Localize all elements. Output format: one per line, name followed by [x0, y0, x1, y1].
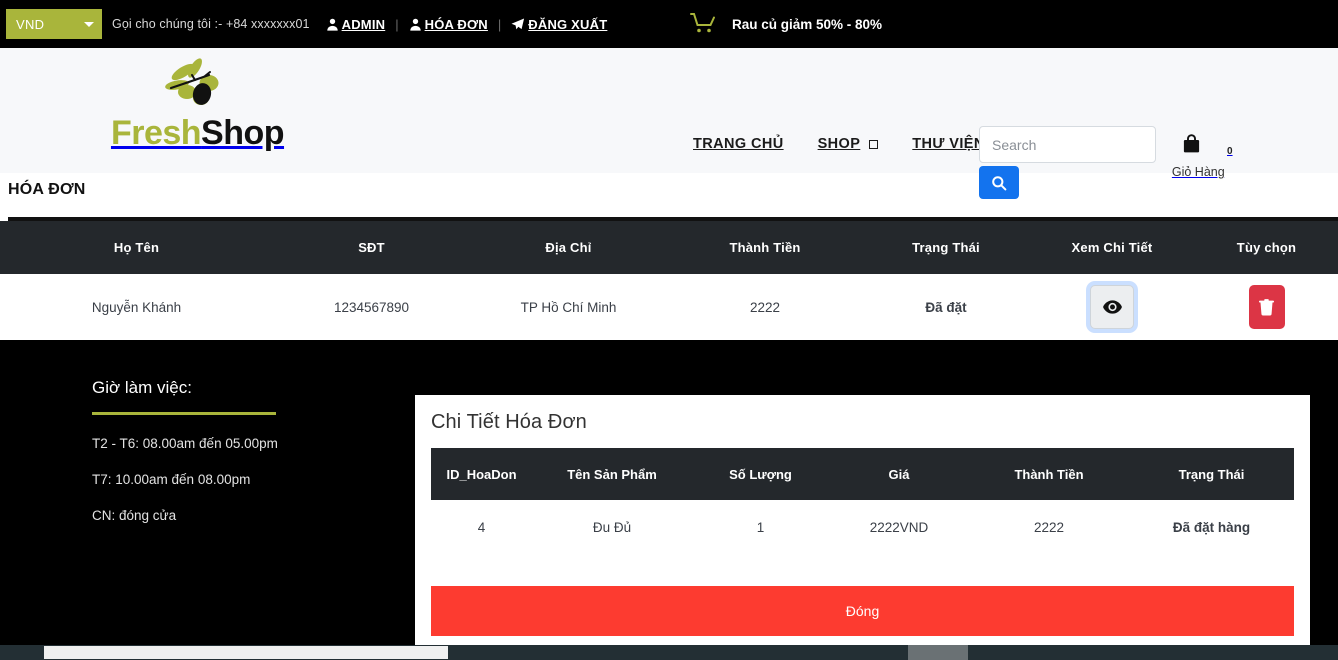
promo-banner: Rau củ giảm 50% - 80%	[690, 0, 882, 48]
column-header-dia-chi: Địa Chỉ	[545, 240, 592, 255]
cart-label: Giỏ Hàng	[1171, 165, 1225, 179]
olive-branch-icon	[161, 56, 235, 118]
top-bar: VND Gọi cho chúng tôi :- +84 xxxxxxx01 A…	[0, 0, 1338, 48]
horizontal-scrollbar[interactable]	[0, 645, 1338, 660]
invoice-table-head: Họ Tên SĐT Địa Chỉ Thành Tiền Trạng Thái…	[0, 221, 1338, 274]
cell-ho-ten: Nguyễn Khánh	[91, 299, 182, 315]
trash-icon	[1259, 298, 1274, 316]
top-link-admin-label: ADMIN	[341, 16, 386, 32]
modal-title: Chi Tiết Hóa Đơn	[431, 411, 587, 433]
top-link-dang-xuat[interactable]: ĐĂNG XUẤT	[511, 17, 607, 32]
cell-id-hoadon: 4	[477, 520, 486, 535]
table-row: 4 Đu Đủ 1 2222VND 2222 Đã đặt hàng	[431, 500, 1294, 555]
cell-thanh-tien: 2222	[1033, 520, 1065, 535]
shopping-cart-icon	[690, 12, 718, 36]
currency-value: VND	[16, 16, 45, 32]
user-icon	[326, 18, 339, 31]
chevron-down-icon	[869, 139, 879, 149]
search-input-placeholder: Search	[992, 136, 1037, 153]
invoice-detail-header-row: ID_HoaDon Tên Sản Phẩm Số Lượng Giá Thàn…	[431, 448, 1294, 500]
column-header-tuy-chon: Tùy chọn	[1236, 240, 1297, 255]
horizontal-scrollbar-thumb[interactable]	[44, 646, 448, 659]
chevron-down-icon	[84, 21, 94, 27]
column-header-trang-thai: Trạng Thái	[1178, 466, 1245, 482]
cell-sdt: 1234567890	[333, 299, 410, 315]
nav-item-thu-vien[interactable]: THƯ VIỆN	[912, 136, 984, 152]
cell-gia: 2222VND	[869, 520, 929, 535]
top-link-separator-1: |	[395, 16, 399, 32]
status-badge: Đã đặt	[925, 299, 967, 315]
nav-item-trang-chu[interactable]: TRANG CHỦ	[693, 136, 784, 152]
top-link-admin[interactable]: ADMIN	[326, 17, 386, 32]
top-link-separator-2: |	[497, 16, 502, 32]
nav-item-thu-vien-label: THƯ VIỆN	[912, 136, 985, 152]
site-header: FreshShop TRANG CHỦ SHOP THƯ VIỆN Search	[0, 48, 1338, 199]
invoice-detail-modal: Chi Tiết Hóa Đơn ID_HoaDon Tên Sản Phẩm …	[415, 395, 1310, 650]
nav-item-trang-chu-label: TRANG CHỦ	[693, 136, 784, 152]
status-badge: Đã đặt hàng	[1172, 520, 1251, 535]
column-header-gia: Giá	[888, 466, 910, 482]
cart-link[interactable]: 0 Giỏ Hàng	[1172, 134, 1233, 179]
search-icon	[991, 175, 1007, 191]
cell-dia-chi: TP Hồ Chí Minh	[520, 299, 617, 315]
working-hours-title: Giờ làm việc:	[92, 378, 192, 397]
paper-plane-icon	[511, 17, 525, 31]
top-link-hoa-don[interactable]: HÓA ĐƠN	[409, 17, 488, 32]
user-icon	[409, 18, 422, 31]
cell-view-detail	[1029, 274, 1195, 340]
invoice-detail-table-body: 4 Đu Đủ 1 2222VND 2222 Đã đặt hàng	[431, 500, 1294, 555]
cell-ten-san-pham: Đu Đủ	[592, 520, 632, 535]
cart-count: 0	[1227, 146, 1233, 157]
cell-options	[1195, 274, 1338, 340]
column-header-xem-chi-tiet: Xem Chi Tiết	[1071, 240, 1153, 255]
top-link-hoa-don-label: HÓA ĐƠN	[424, 16, 488, 32]
modal-close-button[interactable]: Đóng	[431, 586, 1294, 636]
column-header-ho-ten: Họ Tên	[113, 240, 160, 255]
main-navigation: TRANG CHỦ SHOP THƯ VIỆN	[693, 136, 985, 152]
page-title-section: HÓA ĐƠN	[0, 173, 1338, 221]
working-hours-line-2: T7: 10.00am đến 08.00pm	[92, 472, 251, 487]
invoice-detail-table: ID_HoaDon Tên Sản Phẩm Số Lượng Giá Thàn…	[431, 448, 1294, 555]
page-title: HÓA ĐƠN	[8, 181, 86, 198]
shopping-bag-icon	[1182, 134, 1201, 154]
top-bar-links: ADMIN | HÓA ĐƠN | ĐĂNG XUẤT	[326, 17, 608, 32]
cell-so-luong: 1	[756, 520, 765, 535]
invoice-table: Họ Tên SĐT Địa Chỉ Thành Tiền Trạng Thái…	[0, 221, 1338, 340]
horizontal-scrollbar-segment[interactable]	[908, 645, 968, 660]
invoice-table-body: Nguyễn Khánh 1234567890 TP Hồ Chí Minh 2…	[0, 274, 1338, 340]
call-us-text: Gọi cho chúng tôi :- +84 xxxxxxx01	[112, 17, 310, 31]
column-header-ten-san-pham: Tên Sản Phẩm	[567, 466, 657, 482]
working-hours-block: Giờ làm việc: T2 - T6: 08.00am đến 05.00…	[92, 378, 392, 523]
site-logo[interactable]: FreshShop	[90, 56, 305, 153]
column-header-trang-thai: Trạng Thái	[912, 240, 980, 255]
invoice-table-header-row: Họ Tên SĐT Địa Chỉ Thành Tiền Trạng Thái…	[0, 221, 1338, 274]
working-hours-line-3: CN: đóng cửa	[92, 508, 177, 523]
table-row: Nguyễn Khánh 1234567890 TP Hồ Chí Minh 2…	[0, 274, 1338, 340]
column-header-so-luong: Số Lượng	[729, 466, 792, 482]
search-input-wrapper[interactable]: Search	[979, 126, 1156, 163]
cart-top-row: 0	[1182, 134, 1233, 157]
nav-item-shop[interactable]: SHOP	[818, 136, 879, 152]
eye-icon	[1102, 300, 1122, 314]
view-detail-button[interactable]	[1090, 285, 1134, 329]
column-header-id-hoadon: ID_HoaDon	[446, 466, 517, 482]
column-header-thanh-tien: Thành Tiền	[729, 240, 801, 255]
column-header-sdt: SĐT	[358, 240, 385, 255]
working-hours-underline	[92, 412, 276, 415]
column-header-thanh-tien: Thành Tiền	[1014, 466, 1084, 482]
logo-text: FreshShop	[110, 114, 285, 153]
top-link-dang-xuat-label: ĐĂNG XUẤT	[528, 16, 608, 32]
logo-text-shop: Shop	[201, 114, 285, 152]
working-hours-line-1: T2 - T6: 08.00am đến 05.00pm	[92, 436, 278, 451]
currency-select[interactable]: VND	[6, 9, 102, 39]
logo-text-fresh: Fresh	[110, 114, 202, 152]
search-button[interactable]	[979, 166, 1019, 199]
invoice-detail-table-head: ID_HoaDon Tên Sản Phẩm Số Lượng Giá Thàn…	[431, 448, 1294, 500]
delete-button[interactable]	[1248, 285, 1285, 329]
promo-text: Rau củ giảm 50% - 80%	[732, 16, 883, 32]
nav-item-shop-label: SHOP	[817, 136, 861, 152]
cell-thanh-tien: 2222	[749, 299, 781, 315]
